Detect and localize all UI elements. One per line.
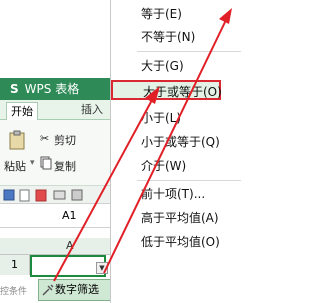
- paste-button[interactable]: 粘贴: [4, 158, 26, 174]
- menu-item-less-than[interactable]: 小于(L): [111, 108, 244, 128]
- menu-item-greater-than[interactable]: 大于(G): [111, 56, 244, 76]
- menu-item-below-average[interactable]: 低于平均值(O): [111, 232, 244, 252]
- column-header-a[interactable]: A: [66, 238, 74, 254]
- cut-button[interactable]: 剪切: [54, 132, 76, 148]
- scissors-icon[interactable]: ✂: [40, 132, 49, 145]
- new-file-icon: [19, 189, 30, 202]
- tools-icon: [42, 283, 54, 303]
- formula-bar: A1: [0, 203, 112, 228]
- number-filter-label: 数字筛选: [55, 283, 99, 296]
- ribbon-panel: ✂ 剪切 粘贴 ▾ 复制: [0, 120, 112, 185]
- menu-item-top-ten[interactable]: 前十项(T)...: [111, 184, 244, 204]
- cell-a1[interactable]: [30, 255, 106, 277]
- tab-start[interactable]: 开始: [6, 102, 38, 120]
- filter-arrow-icon[interactable]: ▼: [96, 262, 108, 274]
- print-icon: [53, 190, 66, 200]
- tab-insert[interactable]: 插入: [72, 100, 112, 120]
- menu-item-greater-or-equal[interactable]: 大于或等于(O): [111, 80, 222, 100]
- app-title: WPS 表格: [24, 82, 80, 96]
- menu-item-not-equals[interactable]: 不等于(N): [111, 27, 244, 47]
- menu-item-equals[interactable]: 等于(E): [111, 4, 244, 24]
- name-box[interactable]: A1: [62, 204, 77, 228]
- paste-icon[interactable]: [8, 130, 26, 150]
- wps-logo: S: [10, 82, 19, 96]
- preview-icon: [71, 189, 83, 201]
- quick-access-toolbar: [0, 185, 112, 203]
- menu-separator: [137, 180, 241, 181]
- quick-access-icons: [3, 189, 83, 202]
- menu-item-between[interactable]: 介于(W): [111, 156, 244, 176]
- status-text: 控条件: [0, 287, 28, 297]
- number-filter-menu: 等于(E) 不等于(N) 大于(G) 大于或等于(O) 小于(L) 小于或等于(…: [110, 0, 243, 303]
- menu-item-above-average[interactable]: 高于平均值(A): [111, 208, 244, 228]
- copy-icon[interactable]: [40, 156, 52, 170]
- app-titlebar: S WPS 表格: [0, 78, 112, 100]
- copy-button[interactable]: 复制: [54, 158, 76, 174]
- pdf-icon: [35, 189, 47, 202]
- column-header-row: A: [0, 238, 112, 255]
- ribbon-tabs: 开始 插入: [0, 100, 112, 120]
- number-filter-button[interactable]: 数字筛选: [38, 279, 112, 301]
- menu-separator: [137, 51, 241, 52]
- save-icon: [3, 189, 15, 201]
- background-area: [0, 0, 112, 78]
- row-header-1[interactable]: 1: [0, 255, 30, 275]
- paste-dropdown-icon[interactable]: ▾: [30, 158, 35, 168]
- menu-item-less-or-equal[interactable]: 小于或等于(Q): [111, 132, 244, 152]
